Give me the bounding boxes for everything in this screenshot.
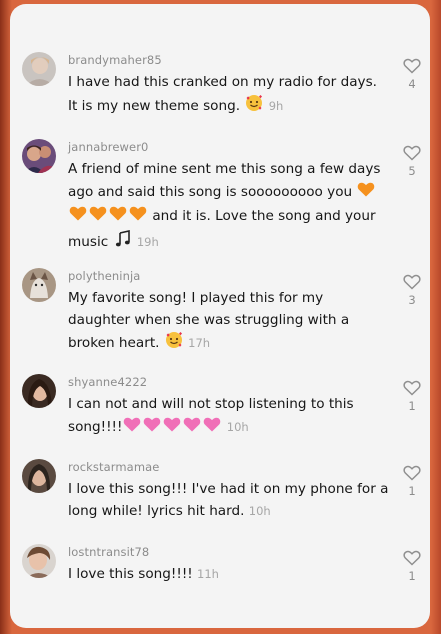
pink-heart-icon: [123, 416, 141, 441]
comment-text-line: My favorite song! I played this for my: [68, 290, 324, 306]
orange-heart-icon: [357, 181, 375, 206]
like-button[interactable]: 1: [402, 550, 422, 583]
comment-text-line: I can not and will not stop listening to…: [68, 396, 354, 412]
comment-username[interactable]: brandymaher85: [68, 52, 398, 68]
comment-text: I can not and will not stop listening to…: [68, 394, 398, 440]
comment-timestamp: 10h: [248, 503, 271, 518]
avatar[interactable]: [22, 139, 56, 173]
heart-outline-icon: [403, 550, 421, 566]
pink-heart-icon: [203, 416, 221, 441]
smiling-face-with-hearts-icon: [245, 94, 263, 120]
comment-text: My favorite song! I played this for my d…: [68, 288, 398, 357]
like-button[interactable]: 4: [402, 58, 422, 91]
pink-heart-icon: [143, 416, 161, 441]
heart-outline-icon: [403, 380, 421, 396]
heart-outline-icon: [403, 465, 421, 481]
comment-username[interactable]: polytheninja: [68, 268, 398, 284]
like-count: 5: [408, 164, 416, 178]
comment-text-line: I have had this cranked on my radio for …: [68, 74, 377, 90]
background-edge-right: [431, 0, 441, 634]
heart-outline-icon: [403, 58, 421, 74]
comment-text: I love this song!!!! 11h: [68, 564, 398, 586]
comment-text: I have had this cranked on my radio for …: [68, 72, 398, 119]
comments-panel: brandymaher85 I have had this cranked on…: [10, 4, 430, 628]
musical-notes-icon: [114, 229, 132, 256]
comment-username[interactable]: rockstarmamae: [68, 459, 398, 475]
comment-username[interactable]: jannabrewer0: [68, 139, 398, 155]
orange-heart-icon-group: [68, 206, 148, 224]
like-button[interactable]: 5: [402, 145, 422, 178]
comment-text-line: ago and said this song is sooooooooo you: [68, 183, 357, 200]
comment-text-line: I love this song!!! I've had it on my ph…: [68, 481, 389, 497]
like-count: 3: [408, 293, 416, 307]
comment-text-line: I love this song!!!!: [68, 566, 198, 582]
avatar[interactable]: [22, 374, 56, 408]
orange-heart-icon: [69, 205, 87, 230]
comment-text-line: long while! lyrics hit hard.: [68, 502, 249, 519]
comment-timestamp: 19h: [136, 234, 159, 249]
smiling-face-with-hearts-icon: [165, 331, 183, 357]
comment-username[interactable]: shyanne4222: [68, 374, 398, 390]
orange-heart-icon: [129, 205, 147, 230]
avatar[interactable]: [22, 459, 56, 493]
comment-text: I love this song!!! I've had it on my ph…: [68, 479, 398, 522]
comment-text-line: music: [68, 233, 113, 250]
comment-username[interactable]: lostntransit78: [68, 544, 398, 560]
comment-text-line: daughter when she was struggling with a: [68, 311, 350, 328]
comment-timestamp: 9h: [268, 98, 284, 113]
heart-outline-icon: [403, 145, 421, 161]
like-button[interactable]: 1: [402, 465, 422, 498]
comment-timestamp: 17h: [188, 336, 211, 350]
like-button[interactable]: 1: [402, 380, 422, 413]
heart-outline-icon: [403, 274, 421, 290]
like-count: 1: [408, 399, 416, 413]
comment-text-line: A friend of mine sent me this song a few…: [68, 161, 381, 177]
avatar[interactable]: [22, 544, 56, 578]
like-count: 4: [408, 77, 416, 91]
orange-heart-icon: [89, 205, 107, 230]
comment-timestamp: 10h: [226, 419, 249, 434]
avatar[interactable]: [22, 268, 56, 302]
avatar[interactable]: [22, 52, 56, 86]
comment-text: A friend of mine sent me this song a few…: [68, 159, 398, 255]
orange-heart-icon: [109, 205, 127, 230]
comment-text-line: It is my new theme song.: [68, 97, 245, 114]
like-count: 1: [408, 569, 416, 583]
comment-text-line: and it is. Love the song and your: [148, 208, 376, 224]
comment-timestamp: 11h: [197, 567, 219, 581]
pink-heart-icon-group: [122, 417, 222, 435]
like-count: 1: [408, 484, 416, 498]
comment-text-line: song!!!!: [68, 418, 123, 435]
like-button[interactable]: 3: [402, 274, 422, 307]
comment-text-line: broken heart.: [68, 335, 164, 351]
pink-heart-icon: [183, 416, 201, 441]
pink-heart-icon: [163, 416, 181, 441]
